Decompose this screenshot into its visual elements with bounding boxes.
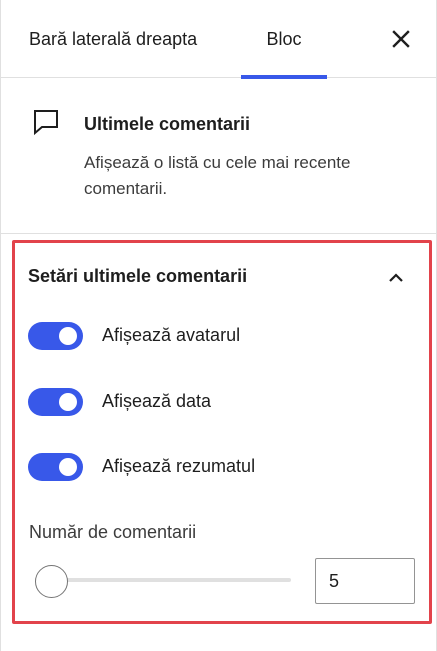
comment-icon [34,110,58,136]
toggle-knob [59,393,77,411]
toggle-label: Afișează data [102,391,212,411]
tab-block[interactable]: Bloc [241,0,327,79]
toggle-switch[interactable] [28,453,83,481]
block-title: Ultimele comentarii [84,114,251,134]
toggle-show-avatar[interactable]: Afișează avatarul [28,322,388,350]
tab-block-label: Bloc [266,28,302,49]
inspector-tabs: Bară laterală dreapta Bloc [1,0,436,79]
tab-right-sidebar[interactable]: Bară laterală dreapta [29,0,197,78]
block-card: Ultimele comentarii Afișează o listă cu … [1,78,436,234]
settings-panel-title: Setări ultimele comentarii [28,266,248,286]
close-button[interactable] [388,26,414,52]
comment-count-input[interactable] [315,558,415,604]
toggle-knob [59,458,77,476]
toggle-show-excerpt[interactable]: Afișează rezumatul [28,453,388,481]
slider-track [35,578,291,582]
comment-count-label: Număr de comentarii [29,522,197,542]
comment-count-slider[interactable] [35,565,291,598]
close-icon [392,30,410,48]
settings-panel-toggle[interactable]: Setări ultimele comentarii [28,266,408,290]
block-inspector-panel: Bară laterală dreapta Bloc Ultimele come… [0,0,437,651]
tab-right-sidebar-label: Bară laterală dreapta [29,28,198,49]
toggle-show-date[interactable]: Afișează data [28,388,388,416]
toggle-switch[interactable] [28,322,83,350]
toggle-switch[interactable] [28,388,83,416]
slider-thumb[interactable] [35,565,68,598]
toggle-label: Afișează avatarul [102,325,241,345]
chevron-up-icon [389,273,403,282]
toggle-knob [59,327,77,345]
toggle-label: Afișează rezumatul [102,456,256,476]
block-description: Afișează o listă cu cele mai recente com… [84,153,351,198]
